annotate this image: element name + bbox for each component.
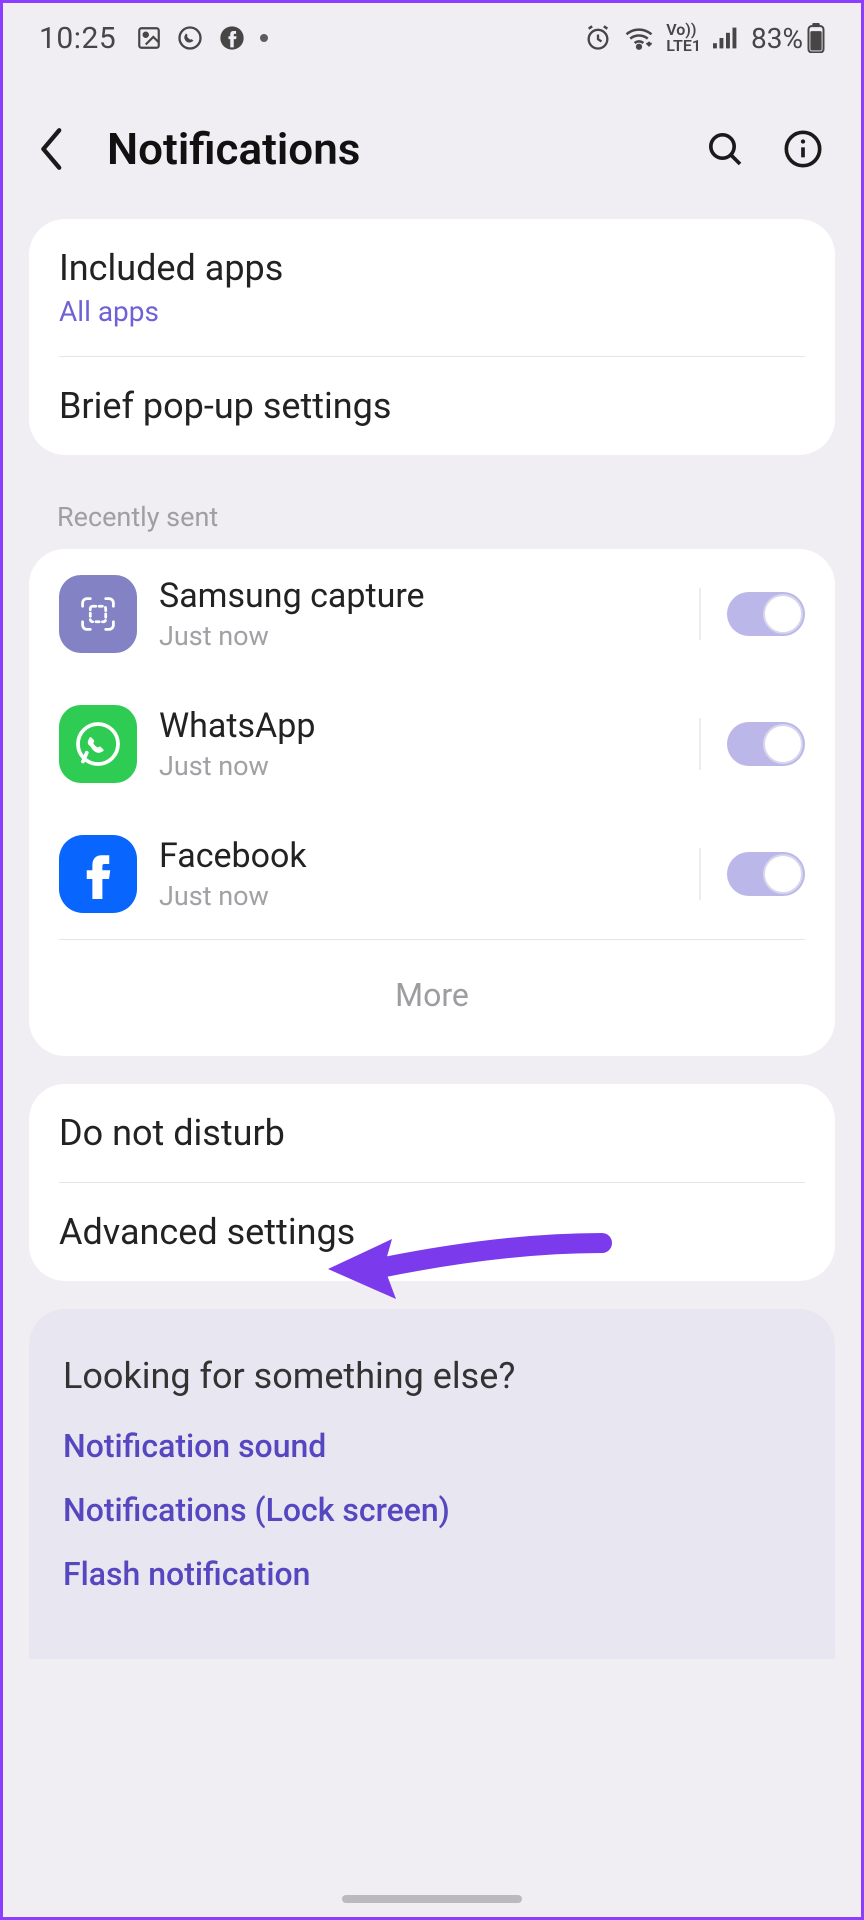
network-type-icon: Vo)) LTE1 — [666, 22, 701, 54]
included-apps-row[interactable]: Included apps All apps — [29, 219, 835, 356]
toggle-facebook[interactable] — [727, 852, 805, 896]
whatsapp-icon — [59, 705, 137, 783]
included-apps-sub: All apps — [59, 295, 805, 328]
wifi-icon — [624, 25, 654, 51]
advanced-settings-row[interactable]: Advanced settings — [29, 1183, 835, 1281]
separator — [699, 588, 701, 640]
link-notifications-lock-screen[interactable]: Notifications (Lock screen) — [63, 1491, 801, 1529]
brief-popup-title: Brief pop-up settings — [59, 385, 805, 427]
signal-icon — [713, 27, 739, 49]
toggle-samsung-capture[interactable] — [727, 592, 805, 636]
alarm-icon — [584, 24, 612, 52]
app-name: Facebook — [159, 836, 677, 876]
app-time: Just now — [159, 620, 677, 652]
app-row-facebook[interactable]: Facebook Just now — [29, 809, 835, 939]
gesture-handle[interactable] — [342, 1895, 522, 1903]
page-header: Notifications — [3, 73, 861, 219]
recently-sent-card: Samsung capture Just now WhatsApp Just n… — [29, 549, 835, 1056]
app-name: Samsung capture — [159, 576, 677, 616]
facebook-status-icon — [218, 24, 246, 52]
samsung-capture-icon — [59, 575, 137, 653]
toggle-whatsapp[interactable] — [727, 722, 805, 766]
settings-card-bottom: Do not disturb Advanced settings — [29, 1084, 835, 1281]
link-flash-notification[interactable]: Flash notification — [63, 1555, 801, 1593]
app-name: WhatsApp — [159, 706, 677, 746]
whatsapp-status-icon — [176, 24, 204, 52]
looking-for-title: Looking for something else? — [63, 1355, 801, 1397]
settings-card-top: Included apps All apps Brief pop-up sett… — [29, 219, 835, 455]
more-notifications-dot — [260, 34, 268, 42]
recently-sent-label: Recently sent — [3, 483, 861, 549]
separator — [699, 848, 701, 900]
back-button[interactable] — [37, 121, 93, 177]
link-notification-sound[interactable]: Notification sound — [63, 1427, 801, 1465]
battery-indicator: 83% — [751, 22, 825, 55]
app-row-whatsapp[interactable]: WhatsApp Just now — [29, 679, 835, 809]
do-not-disturb-title: Do not disturb — [59, 1112, 805, 1154]
more-button[interactable]: More — [29, 940, 835, 1056]
info-button[interactable] — [781, 127, 825, 171]
facebook-icon — [59, 835, 137, 913]
included-apps-title: Included apps — [59, 247, 805, 289]
status-clock: 10:25 — [39, 21, 116, 56]
page-title: Notifications — [107, 123, 360, 175]
search-button[interactable] — [703, 127, 747, 171]
status-bar: 10:25 Vo)) LTE1 83% — [3, 3, 861, 73]
app-time: Just now — [159, 750, 677, 782]
brief-popup-row[interactable]: Brief pop-up settings — [29, 357, 835, 455]
separator — [699, 718, 701, 770]
advanced-settings-title: Advanced settings — [59, 1211, 805, 1253]
looking-for-card: Looking for something else? Notification… — [29, 1309, 835, 1659]
gallery-icon — [136, 25, 162, 51]
app-time: Just now — [159, 880, 677, 912]
do-not-disturb-row[interactable]: Do not disturb — [29, 1084, 835, 1182]
app-row-samsung-capture[interactable]: Samsung capture Just now — [29, 549, 835, 679]
